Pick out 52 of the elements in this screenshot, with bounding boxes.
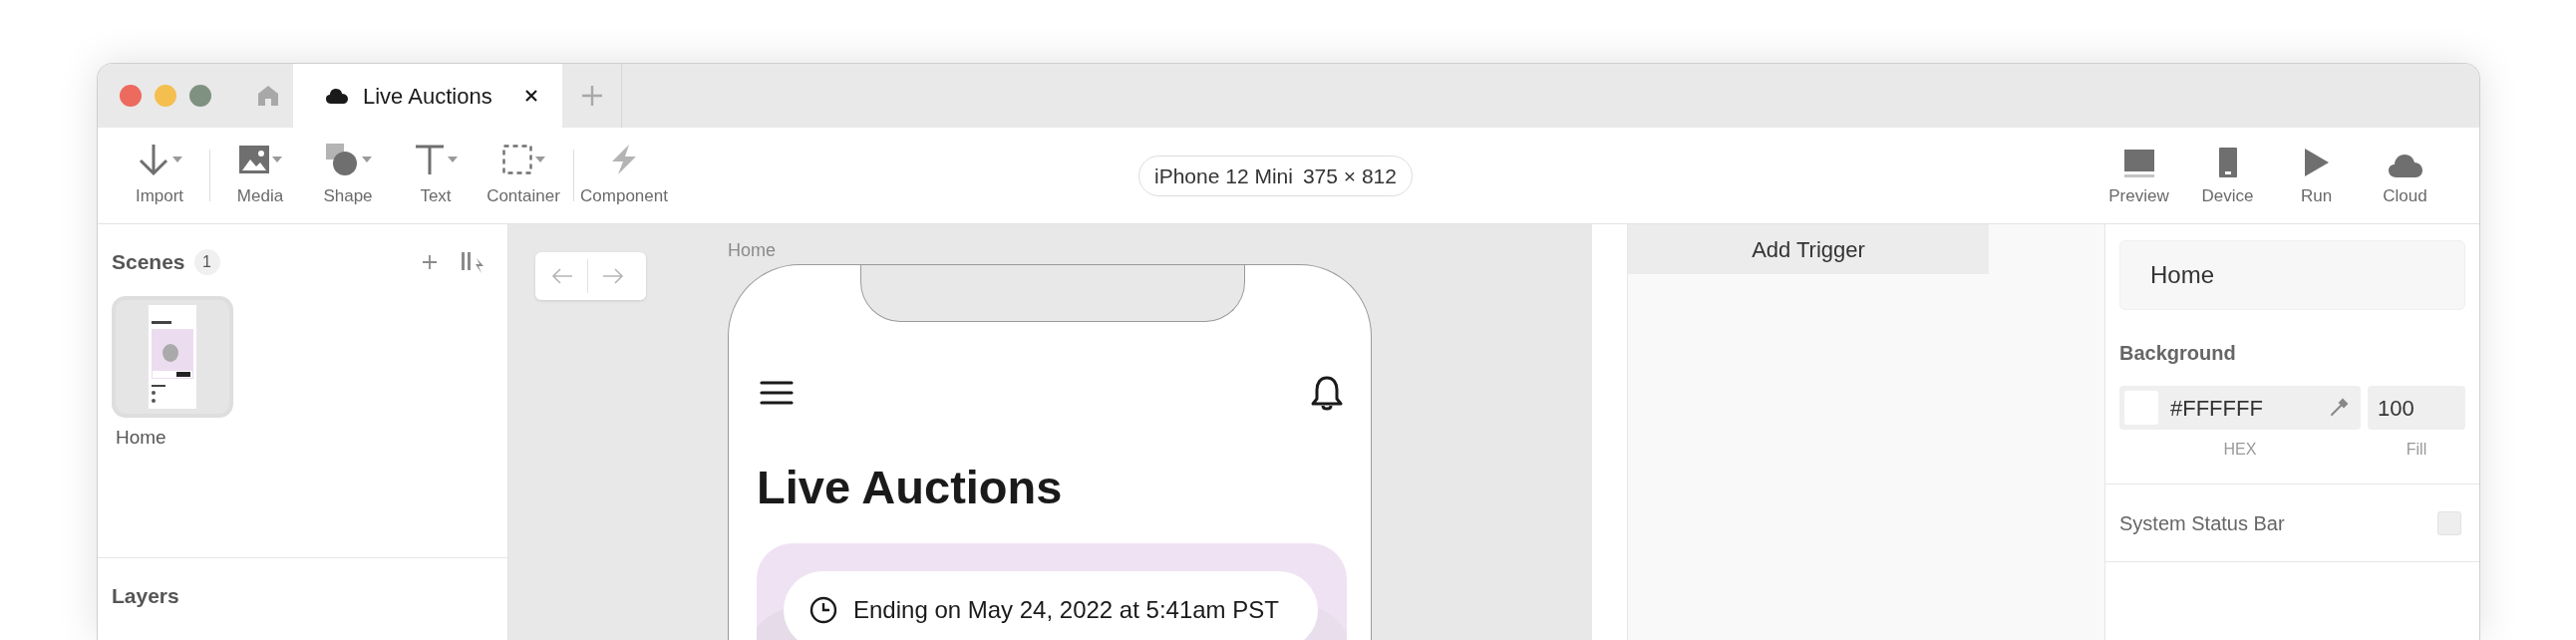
panel-title: Scenes (112, 249, 185, 275)
home-icon[interactable] (256, 85, 279, 107)
zoom-window-button[interactable] (189, 85, 211, 107)
bell-icon[interactable] (1310, 375, 1344, 413)
setting-label: System Status Bar (2119, 510, 2285, 536)
tool-button[interactable]: Component (580, 142, 668, 209)
section-label: Background (2119, 341, 2237, 366)
text-icon (414, 145, 445, 175)
tool-button[interactable]: Shape (304, 142, 392, 209)
scene-thumbnail[interactable] (112, 295, 233, 418)
eyedropper-icon[interactable] (2329, 398, 2349, 418)
toolbar-button[interactable]: Cloud (2361, 142, 2449, 209)
dashed-frame-icon (501, 145, 532, 175)
toolbar-button[interactable]: Device (2183, 142, 2272, 209)
field-caption: HEX (2223, 440, 2257, 460)
forward-arrow-icon[interactable] (602, 267, 624, 285)
tool-button[interactable]: Import (116, 142, 203, 209)
back-arrow-icon[interactable] (551, 267, 573, 285)
monitor-icon (2123, 150, 2154, 178)
menu-icon[interactable] (760, 380, 794, 406)
toolbar-button[interactable]: Preview (2094, 142, 2183, 209)
scene-name-field[interactable]: Home (2119, 240, 2465, 310)
play-icon (2303, 148, 2330, 178)
hex-field[interactable]: #FFFFFF (2119, 386, 2361, 430)
screen-title: Live Auctions (757, 460, 1063, 515)
phone-icon (2218, 148, 2237, 178)
clock-icon (809, 596, 837, 624)
tool-button[interactable]: Media (216, 142, 304, 209)
field-caption: Fill (2406, 440, 2427, 460)
tool-button[interactable]: Container (480, 142, 567, 209)
panel-title: Layers (112, 584, 179, 607)
shapes-icon (324, 143, 359, 177)
close-window-button[interactable] (120, 85, 142, 107)
new-tab-icon[interactable] (580, 85, 603, 107)
minimize-window-button[interactable] (155, 85, 176, 107)
add-trigger-button[interactable]: Add Trigger (1628, 224, 1989, 274)
scene-name[interactable]: Home (112, 423, 233, 452)
status-bar-checkbox[interactable] (2437, 510, 2461, 535)
ending-time-text: Ending on May 24, 2022 at 5:41am PST (853, 595, 1279, 625)
count-badge: 1 (193, 248, 220, 275)
scene-label: Home (728, 239, 776, 262)
cloud-icon (2387, 154, 2423, 178)
add-icon[interactable] (422, 253, 438, 270)
sort-icon[interactable] (460, 249, 485, 274)
arrow-down-icon (137, 143, 169, 177)
fill-field[interactable]: 100 (2368, 386, 2465, 430)
tab[interactable]: Live Auctions (293, 64, 562, 128)
tool-button[interactable]: Text (392, 142, 480, 209)
image-icon (238, 146, 269, 174)
cloud-icon (325, 88, 349, 104)
close-icon[interactable] (524, 89, 538, 103)
toolbar-button[interactable]: Run (2272, 142, 2361, 209)
